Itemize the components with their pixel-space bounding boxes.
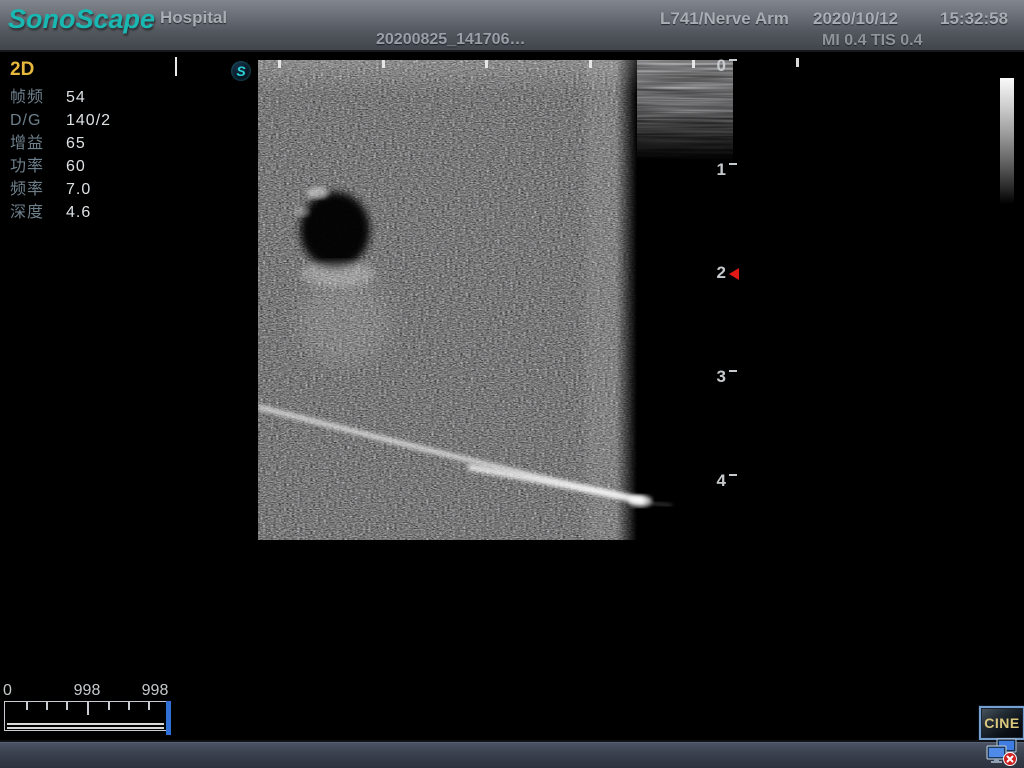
cine-current-frame: 998	[64, 682, 110, 700]
exam-id: 20200825_141706…	[376, 31, 525, 49]
taskbar	[0, 742, 1024, 768]
ruler-tick-0: 0	[712, 56, 746, 78]
ruler-tick-3: 3	[712, 367, 746, 389]
param-label: 功率	[10, 155, 66, 178]
right-boundary-tick	[796, 58, 799, 67]
bmode-canvas	[258, 60, 733, 540]
system-date: 2020/10/12	[813, 9, 898, 29]
cine-tick	[46, 702, 48, 710]
ruler-tick-2: 2	[712, 263, 746, 285]
param-row-dg: D/G 140/2	[10, 109, 150, 132]
ruler-tick-label: 3	[712, 367, 726, 387]
cine-button[interactable]: CINE	[979, 706, 1024, 740]
ruler-tick-label: 1	[712, 160, 726, 180]
header-bar: SonoScape Hospital 20200825_141706… L741…	[0, 0, 1024, 52]
param-row-frequency: 频率 7.0	[10, 178, 150, 201]
text-cursor-marker	[175, 57, 177, 76]
param-label: 深度	[10, 201, 66, 224]
cine-tick	[66, 702, 68, 710]
cine-start-frame: 0	[3, 682, 12, 700]
param-value: 7.0	[66, 178, 91, 201]
param-row-gain: 增益 65	[10, 132, 150, 155]
ultrasound-app: SonoScape Hospital 20200825_141706… L741…	[0, 0, 1024, 768]
ruler-tick-dash	[729, 474, 737, 476]
param-value: 54	[66, 86, 86, 109]
system-time: 15:32:58	[940, 9, 1008, 29]
hospital-name: Hospital	[160, 8, 227, 28]
ruler-tick-label: 2	[712, 263, 726, 283]
cine-position-marker[interactable]	[166, 701, 171, 735]
cine-total-frames: 998	[132, 682, 178, 700]
cine-tick	[108, 702, 110, 710]
sonoscape-logo: SonoScape	[8, 4, 155, 35]
param-row-framerate: 帧频 54	[10, 86, 150, 109]
ruler-tick-dash	[729, 370, 737, 372]
ruler-tick-1: 1	[712, 160, 746, 182]
param-row-power: 功率 60	[10, 155, 150, 178]
parameter-panel: 2D 帧频 54 D/G 140/2 增益 65 功率 60 频率 7.0 深度…	[10, 59, 150, 224]
param-label: 频率	[10, 178, 66, 201]
ruler-tick-dash	[729, 163, 737, 165]
cine-track-line	[7, 727, 164, 729]
mi-tis-readout: MI 0.4 TIS 0.4	[822, 32, 922, 50]
cine-tick-major	[87, 702, 89, 715]
bmode-image[interactable]	[258, 60, 733, 540]
probe-preset: L741/Nerve Arm	[660, 9, 789, 29]
param-value: 65	[66, 132, 86, 155]
param-value: 140/2	[66, 109, 111, 132]
ruler-tick-dash	[729, 59, 737, 61]
focus-marker-icon	[729, 268, 739, 280]
ruler-tick-label: 4	[712, 471, 726, 491]
param-row-depth: 深度 4.6	[10, 201, 150, 224]
ruler-tick-label: 0	[712, 56, 726, 76]
grayscale-bar	[1000, 78, 1014, 204]
cine-tick	[26, 702, 28, 710]
probe-orientation-icon: S	[231, 61, 251, 81]
param-value: 60	[66, 155, 86, 178]
param-label: 帧频	[10, 86, 66, 109]
ruler-tick-4: 4	[712, 471, 746, 493]
network-disconnected-icon[interactable]	[986, 738, 1018, 767]
cine-track-line	[7, 723, 164, 725]
param-label: D/G	[10, 109, 66, 132]
param-value: 4.6	[66, 201, 91, 224]
cine-tick	[148, 702, 150, 710]
mode-label: 2D	[10, 59, 150, 81]
cine-progress-bar[interactable]	[4, 701, 169, 731]
cine-tick	[128, 702, 130, 710]
param-label: 增益	[10, 132, 66, 155]
